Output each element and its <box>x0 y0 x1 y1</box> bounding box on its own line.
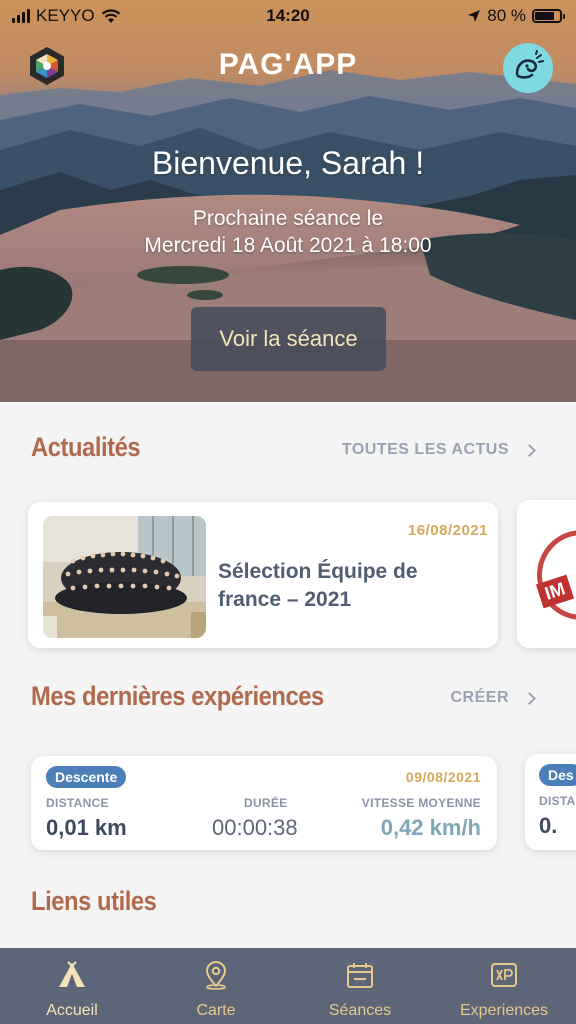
location-arrow-icon <box>468 10 481 22</box>
xp-icon <box>491 963 517 987</box>
distance-label: DISTA <box>539 794 576 808</box>
experience-date: 09/08/2021 <box>405 769 481 785</box>
tab-map-label: Carte <box>196 1002 236 1019</box>
calendar-icon <box>347 963 373 988</box>
tent-icon <box>59 961 85 987</box>
tab-sessions[interactable]: Séances <box>288 948 432 1024</box>
experience-type-badge: Descente <box>46 766 127 788</box>
duration-label: DURÉE <box>244 796 288 810</box>
tab-sessions-label: Séances <box>328 1002 392 1019</box>
news-date: 16/08/2021 <box>407 522 488 539</box>
chevron-right-icon <box>523 443 536 457</box>
profile-avatar[interactable] <box>503 43 553 93</box>
speed-value: 0,42 km/h <box>380 815 481 840</box>
tab-experiences[interactable]: Experiences <box>432 948 576 1024</box>
tab-home-label: Accueil <box>46 1002 98 1019</box>
experiences-section-title: Mes dernières expériences <box>31 681 324 711</box>
all-news-link[interactable]: TOUTES LES ACTUS <box>341 441 536 459</box>
news-title: Sélection Équipe de france – 2021 <box>218 560 418 611</box>
news-card-next[interactable]: IM <box>517 500 576 648</box>
welcome-message: Bienvenue, Sarah ! <box>151 145 425 181</box>
duration-value: 00:00:38 <box>212 815 298 840</box>
create-experience-link[interactable]: CRÉER <box>450 689 536 707</box>
status-bar: KEYYO 14:20 80 % <box>0 0 576 32</box>
all-news-label: TOUTES LES ACTUS <box>341 441 509 458</box>
battery-icon <box>532 9 565 23</box>
experience-card-next[interactable]: Des DISTA 0. <box>525 754 576 850</box>
experience-type-badge: Des <box>539 764 576 786</box>
experience-card[interactable]: Descente 09/08/2021 DISTANCE 0,01 km DUR… <box>31 756 497 850</box>
chevron-right-icon <box>523 691 536 705</box>
brand-title: PAG'APP <box>218 48 358 81</box>
team-photo-image <box>43 516 206 638</box>
distance-value: 0. <box>539 813 558 838</box>
speed-label: VITESSE MOYENNE <box>361 796 481 810</box>
distance-value: 0,01 km <box>46 815 127 840</box>
tab-map[interactable]: Carte <box>144 948 288 1024</box>
bottom-tab-bar: Accueil Carte Séances Experiences <box>0 948 576 1024</box>
news-card[interactable]: 16/08/2021 Sélection Équipe de france – … <box>28 502 498 648</box>
mascot-icon <box>515 50 544 79</box>
map-pin-icon <box>205 961 227 990</box>
distance-label: DISTANCE <box>46 796 109 810</box>
battery-percent: 80 % <box>487 6 526 25</box>
next-session-label: Prochaine séance le <box>192 207 384 230</box>
useful-links-title: Liens utiles <box>31 886 157 916</box>
news-section-title: Actualités <box>31 432 141 462</box>
hero-banner: KEYYO 14:20 80 % PAG'APP Bienvenue, Sara… <box>0 0 576 402</box>
tab-experiences-label: Experiences <box>459 1002 549 1019</box>
create-label: CRÉER <box>450 689 509 706</box>
app-screen: KEYYO 14:20 80 % PAG'APP Bienvenue, Sara… <box>0 0 576 1024</box>
next-session-date: Mercredi 18 Août 2021 à 18:00 <box>144 234 432 257</box>
view-session-button[interactable]: Voir la séance <box>191 307 386 371</box>
news-photo <box>43 516 206 638</box>
status-right: 80 % <box>467 6 565 26</box>
tab-home[interactable]: Accueil <box>0 948 144 1024</box>
